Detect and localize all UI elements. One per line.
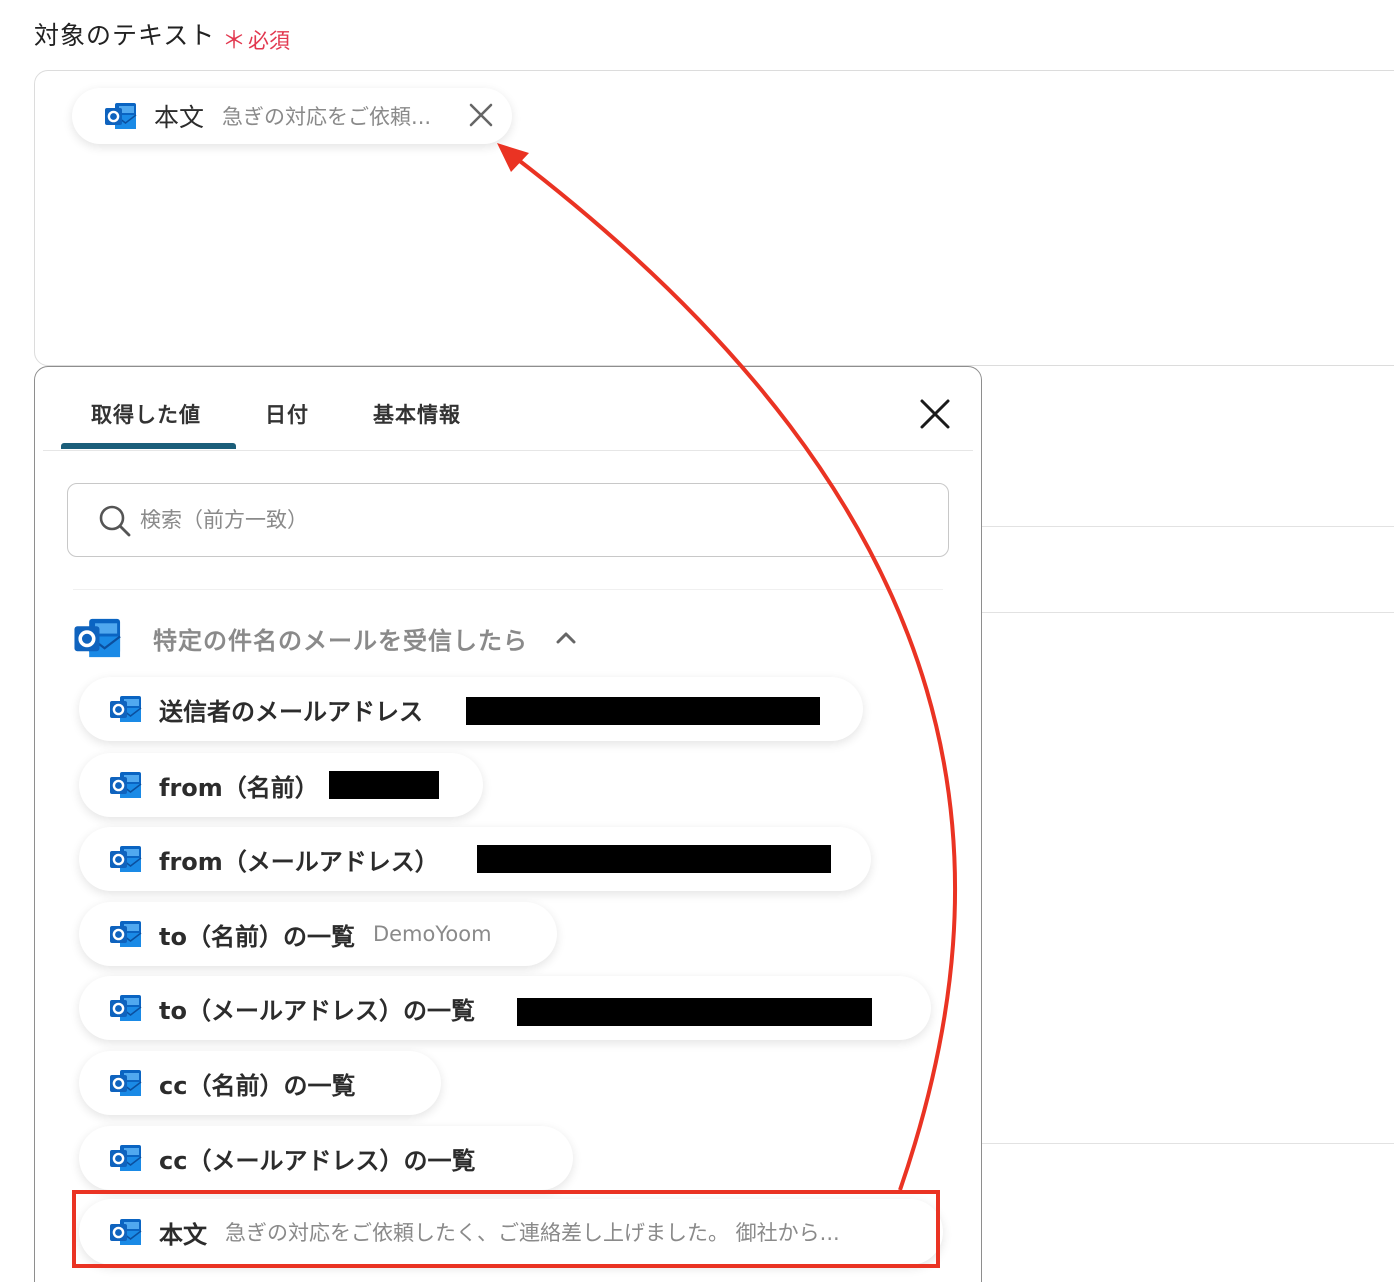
variable-picker-panel: 取得した値 日付 基本情報 特定の件名のメールを受信したら <box>34 366 982 1282</box>
variable-item-from-name[interactable]: from（名前） <box>79 753 483 817</box>
outlook-icon <box>110 995 142 1021</box>
tab-divider <box>43 450 973 451</box>
outlook-icon <box>110 696 142 722</box>
tab-basic-info[interactable]: 基本情報 <box>373 399 461 429</box>
outlook-icon <box>74 618 121 658</box>
variable-item-from-address[interactable]: from（メールアドレス） <box>79 827 871 891</box>
item-label: from（メールアドレス） <box>159 847 439 876</box>
chevron-up-icon[interactable] <box>554 626 578 650</box>
search-input[interactable] <box>140 502 920 538</box>
item-label: cc（名前）の一覧 <box>159 1071 356 1100</box>
required-star: ＊ <box>222 26 246 54</box>
variable-item-cc-name-list[interactable]: cc（名前）の一覧 <box>79 1051 441 1115</box>
variable-item-to-name-list[interactable]: to（名前）の一覧 DemoYoom <box>79 902 557 966</box>
section-title: 特定の件名のメールを受信したら <box>153 626 528 655</box>
section-divider <box>73 589 943 590</box>
selected-variable-chip[interactable]: 本文 急ぎの対応をご依頼... <box>72 88 512 144</box>
outlook-icon <box>110 772 142 798</box>
required-badge: ＊必須 <box>222 20 290 55</box>
item-label: cc（メールアドレス）の一覧 <box>159 1146 476 1175</box>
item-label: to（メールアドレス）の一覧 <box>159 996 475 1025</box>
chip-label: 本文 <box>154 103 205 132</box>
field-label: 対象のテキスト <box>34 21 216 50</box>
redaction-bar <box>517 998 872 1026</box>
close-icon[interactable] <box>919 398 951 430</box>
redaction-bar <box>466 697 820 725</box>
outlook-icon <box>110 1145 142 1171</box>
highlight-box <box>72 1190 940 1268</box>
search-icon <box>99 505 131 537</box>
redaction-bar <box>477 845 831 873</box>
tab-acquired-values[interactable]: 取得した値 <box>91 399 201 429</box>
outlook-icon <box>110 1070 142 1096</box>
item-label: to（名前）の一覧 <box>159 922 355 951</box>
variable-item-to-address-list[interactable]: to（メールアドレス）の一覧 <box>79 976 931 1040</box>
variable-item-sender-address[interactable]: 送信者のメールアドレス <box>79 677 863 741</box>
item-label: from（名前） <box>159 773 319 802</box>
item-value: DemoYoom <box>372 922 492 946</box>
tab-date[interactable]: 日付 <box>265 399 309 429</box>
outlook-icon <box>105 103 137 129</box>
background-divider <box>980 1143 1394 1144</box>
search-box <box>67 483 949 557</box>
remove-chip-icon[interactable] <box>468 102 494 128</box>
background-divider <box>980 612 1394 613</box>
item-label: 送信者のメールアドレス <box>159 697 423 726</box>
active-tab-indicator <box>61 443 236 449</box>
chip-value: 急ぎの対応をご依頼... <box>222 105 432 129</box>
background-divider <box>980 526 1394 527</box>
outlook-icon <box>110 846 142 872</box>
redaction-bar <box>329 771 439 799</box>
section-header[interactable]: 特定の件名のメールを受信したら <box>73 611 578 665</box>
required-text: 必須 <box>248 29 290 53</box>
outlook-icon <box>110 921 142 947</box>
variable-item-cc-address-list[interactable]: cc（メールアドレス）の一覧 <box>79 1126 573 1190</box>
